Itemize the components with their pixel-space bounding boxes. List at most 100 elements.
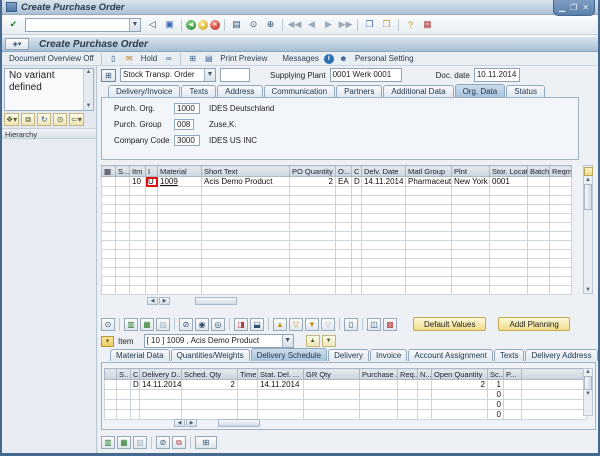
personal-setting-button[interactable]: Personal Setting bbox=[353, 54, 416, 63]
vendor-field[interactable] bbox=[220, 68, 250, 82]
col-sc[interactable]: Sc... bbox=[488, 369, 504, 380]
row-selector[interactable] bbox=[105, 390, 117, 400]
scroll-right-icon[interactable]: ▶ bbox=[186, 419, 197, 427]
copy-icon[interactable]: ⧉ bbox=[21, 113, 35, 126]
col-delivery-date[interactable]: Delivery D... bbox=[140, 369, 182, 380]
matl-group-cell[interactable]: Pharmaceuti. bbox=[406, 177, 452, 187]
filter-off-icon[interactable]: ▽ bbox=[321, 318, 335, 331]
selection-variant-icon[interactable]: ❖▾ bbox=[4, 113, 19, 126]
req-cell[interactable] bbox=[398, 410, 418, 420]
delivery-date-cell[interactable] bbox=[140, 400, 182, 410]
grid-cell[interactable] bbox=[130, 214, 146, 223]
row-selector[interactable] bbox=[102, 205, 116, 214]
grid-cell[interactable] bbox=[130, 223, 146, 232]
stor-location-cell[interactable]: 0001 bbox=[490, 177, 528, 187]
purchase-req-cell[interactable] bbox=[360, 410, 398, 420]
n-cell[interactable] bbox=[418, 380, 432, 390]
sched-qty-cell[interactable] bbox=[182, 390, 238, 400]
messages-button[interactable]: Messages bbox=[280, 54, 320, 63]
col-reqmt-no[interactable]: Reqmt No. bbox=[550, 166, 572, 177]
oun-cell[interactable]: EA bbox=[336, 177, 352, 187]
grid-cell[interactable] bbox=[146, 223, 158, 232]
previous-item-icon[interactable]: ▲ bbox=[306, 335, 320, 347]
col-time[interactable]: Time bbox=[238, 369, 258, 380]
delivery-date-cell[interactable]: 14.11.2014 bbox=[140, 380, 182, 390]
person-icon[interactable]: ☻ bbox=[337, 53, 350, 65]
c-cell[interactable] bbox=[131, 390, 140, 400]
scrollbar-thumb[interactable] bbox=[584, 376, 592, 390]
item-category-cell[interactable]: U bbox=[146, 177, 158, 187]
filter-icon[interactable]: ▽ bbox=[289, 318, 303, 331]
col-batch[interactable]: Batch bbox=[528, 166, 550, 177]
chevron-down-icon[interactable]: ▼ bbox=[129, 19, 140, 31]
find-icon[interactable]: ⊙ bbox=[246, 18, 261, 32]
status-cell[interactable] bbox=[116, 241, 130, 250]
message-icon[interactable]: ✉ bbox=[123, 53, 136, 65]
row-selector[interactable] bbox=[102, 214, 116, 223]
col-status[interactable]: S... bbox=[116, 166, 130, 177]
grid-cell[interactable] bbox=[146, 268, 158, 277]
status-cell[interactable] bbox=[116, 196, 130, 205]
col-material[interactable]: Material bbox=[158, 166, 202, 177]
gr-qty-cell[interactable] bbox=[304, 410, 360, 420]
sc-cell[interactable]: 1 bbox=[488, 380, 504, 390]
item-select[interactable]: [ 10 ] 1009 , Acis Demo Product ▼ bbox=[144, 334, 294, 348]
cart-icon[interactable]: ⊞ bbox=[195, 436, 217, 449]
addl-planning-button[interactable]: Addl Planning bbox=[498, 317, 569, 331]
save-icon[interactable]: ▣ bbox=[162, 18, 177, 32]
grid-cell[interactable] bbox=[158, 250, 202, 259]
col-stat-del-date[interactable]: Stat. Del. ... bbox=[258, 369, 304, 380]
status-cell[interactable] bbox=[116, 277, 130, 286]
filter-delete-icon[interactable]: ▼ bbox=[305, 318, 319, 331]
purchase-req-cell[interactable] bbox=[360, 380, 398, 390]
time-cell[interactable] bbox=[238, 400, 258, 410]
open-quantity-cell[interactable] bbox=[432, 400, 488, 410]
default-values-button[interactable]: Default Values bbox=[413, 317, 486, 331]
req-cell[interactable] bbox=[398, 400, 418, 410]
status-cell[interactable] bbox=[116, 214, 130, 223]
find-next-icon[interactable]: ⊕ bbox=[263, 18, 278, 32]
p-cell[interactable] bbox=[504, 390, 522, 400]
tab-communication[interactable]: Communication bbox=[264, 85, 336, 97]
row-selector[interactable] bbox=[102, 286, 116, 295]
purch-group-field[interactable]: 008 bbox=[174, 119, 194, 130]
scroll-down-icon[interactable]: ▼ bbox=[86, 103, 92, 110]
gr-qty-cell[interactable] bbox=[304, 400, 360, 410]
status-cell[interactable] bbox=[116, 177, 130, 187]
row-selector[interactable] bbox=[105, 380, 117, 390]
p-cell[interactable] bbox=[504, 380, 522, 390]
grid-cell[interactable] bbox=[146, 250, 158, 259]
scroll-up-icon[interactable]: ▲ bbox=[585, 177, 591, 183]
grid-cell[interactable] bbox=[130, 196, 146, 205]
next-page-icon[interactable]: ▶ bbox=[321, 18, 336, 32]
grid-cell[interactable] bbox=[130, 259, 146, 268]
time-cell[interactable] bbox=[238, 390, 258, 400]
exit-circle-icon[interactable]: ▲ bbox=[198, 20, 208, 30]
new-session-icon[interactable]: ❒ bbox=[362, 18, 377, 32]
col-delv-date[interactable]: Delv. Date bbox=[362, 166, 406, 177]
col-c[interactable]: C bbox=[352, 166, 362, 177]
supplying-plant-field[interactable]: 0001 Werk 0001 bbox=[330, 68, 402, 82]
item-grid-hscrollbar[interactable]: ◀ ▶ bbox=[147, 296, 237, 305]
stat-del-date-cell[interactable] bbox=[258, 390, 304, 400]
tab-status[interactable]: Status bbox=[506, 85, 545, 97]
grid-cell[interactable] bbox=[130, 286, 146, 295]
po-quantity-cell[interactable]: 2 bbox=[290, 177, 336, 187]
col-open-quantity[interactable]: Open Quantity bbox=[432, 369, 488, 380]
select-all-icon[interactable]: ▦ bbox=[102, 166, 116, 177]
col-oun[interactable]: O... bbox=[336, 166, 352, 177]
refresh-icon[interactable]: ↻ bbox=[37, 113, 51, 126]
col-status[interactable]: S.. bbox=[117, 369, 131, 380]
reqmt-no-cell[interactable] bbox=[550, 177, 572, 187]
document-overview-button[interactable]: Document Overview Off bbox=[7, 54, 96, 63]
schedule-vscrollbar[interactable]: ▲ ▼ bbox=[583, 368, 593, 416]
n-cell[interactable] bbox=[418, 390, 432, 400]
chevron-down-icon[interactable]: ▼ bbox=[204, 69, 215, 81]
tab-partners[interactable]: Partners bbox=[336, 85, 382, 97]
grid-cell[interactable] bbox=[146, 232, 158, 241]
unlock-icon[interactable]: ◎ bbox=[211, 318, 225, 331]
item-up-icon[interactable]: ▥ bbox=[124, 318, 138, 331]
lock-icon[interactable]: ◉ bbox=[195, 318, 209, 331]
status-cell[interactable] bbox=[116, 250, 130, 259]
scroll-left-icon[interactable]: ◀ bbox=[174, 419, 185, 427]
